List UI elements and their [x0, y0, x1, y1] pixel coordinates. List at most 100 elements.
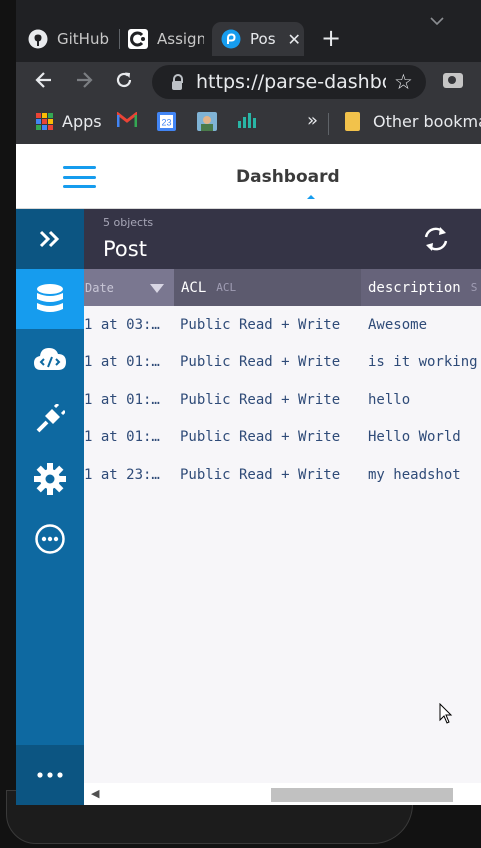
hamburger-menu-icon[interactable]: [63, 166, 96, 188]
bookmark-analytics[interactable]: [238, 112, 256, 132]
class-header: 5 objects Post: [84, 209, 481, 269]
new-tab-button[interactable]: +: [321, 26, 341, 50]
tab-github[interactable]: GitHub: [28, 22, 118, 56]
sidebar-item-more[interactable]: [16, 509, 84, 569]
folder-icon: [345, 112, 360, 131]
bookmark-label: Apps: [62, 112, 102, 131]
bookmark-gmail[interactable]: [116, 110, 138, 132]
cell-acl[interactable]: Public Read + Write: [180, 419, 360, 456]
bookmark-label: Other bookmark: [373, 112, 481, 131]
tab-label: GitHub: [57, 30, 109, 48]
tab-search-chevron-icon[interactable]: [430, 14, 444, 29]
cell-description[interactable]: my headshot: [368, 457, 481, 494]
apps-grid-icon: [36, 113, 53, 130]
photo-icon: [197, 112, 217, 135]
bookmarks-bar: Apps 23 » Other bookmark: [16, 104, 481, 144]
tab-assign[interactable]: Assign: [128, 22, 204, 56]
table-header: Date ACL ACL description S: [84, 269, 481, 306]
calendar-icon: 23: [157, 112, 176, 135]
browser-toolbar: https://parse-dashboa... ☆: [16, 62, 481, 104]
forward-arrow-icon[interactable]: [74, 70, 94, 95]
github-icon: [28, 29, 48, 49]
object-count: 5 objects: [103, 216, 154, 229]
reload-icon[interactable]: [114, 70, 134, 95]
sidebar-item-cloud-code[interactable]: [16, 329, 84, 389]
cell-acl[interactable]: Public Read + Write: [180, 382, 360, 419]
tab-label: Pos: [250, 30, 276, 48]
column-type: S: [470, 281, 478, 294]
more-circle-icon: [35, 524, 65, 554]
tab-parse-dashboard[interactable]: Pos ✕: [212, 22, 304, 56]
gear-icon: [34, 463, 66, 495]
bookmarks-overflow-chevron[interactable]: »: [307, 110, 318, 131]
column-type: ACL: [216, 281, 237, 294]
screenshot-camera-icon[interactable]: [443, 73, 463, 88]
table-row[interactable]: 1 at 01:… Public Read + Write hello: [84, 382, 481, 419]
refresh-icon[interactable]: [422, 224, 450, 254]
ellipsis-icon: [37, 772, 63, 778]
lock-icon: [172, 73, 183, 90]
column-header-acl[interactable]: ACL ACL: [174, 269, 361, 306]
cell-date[interactable]: 1 at 01:…: [84, 344, 174, 381]
cell-date[interactable]: 1 at 03:…: [84, 307, 174, 344]
table-row[interactable]: 1 at 01:… Public Read + Write Hello Worl…: [84, 419, 481, 456]
cloud-code-icon: [34, 348, 66, 370]
table-row[interactable]: 1 at 01:… Public Read + Write is it work…: [84, 344, 481, 381]
tab-divider: [119, 29, 120, 49]
cell-description[interactable]: is it working: [368, 344, 481, 381]
cell-description[interactable]: Hello World: [368, 419, 481, 456]
cell-date[interactable]: 1 at 23:…: [84, 457, 174, 494]
column-name: ACL: [181, 279, 207, 296]
bookmark-star-icon[interactable]: ☆: [394, 70, 413, 94]
double-chevron-right-icon: [39, 230, 60, 248]
tab-strip: GitHub Assign Pos ✕ +: [16, 0, 481, 62]
dashboard-topbar: Dashboard: [16, 144, 481, 209]
column-header-date[interactable]: Date: [84, 269, 174, 306]
database-icon: [37, 284, 63, 312]
cell-date[interactable]: 1 at 01:…: [84, 419, 174, 456]
sidebar-expand-button[interactable]: [16, 209, 84, 269]
table-row[interactable]: 1 at 03:… Public Read + Write Awesome: [84, 307, 481, 344]
sidebar: [16, 209, 84, 805]
column-name: Date: [85, 280, 114, 295]
caret-up-icon: [307, 195, 315, 199]
sidebar-footer-menu[interactable]: [16, 745, 84, 805]
classroom-icon: [128, 29, 148, 49]
cell-acl[interactable]: Public Read + Write: [180, 457, 360, 494]
horizontal-scrollbar[interactable]: ◀: [84, 783, 481, 805]
class-title: Post: [103, 237, 147, 261]
cell-acl[interactable]: Public Read + Write: [180, 344, 360, 381]
cell-description[interactable]: hello: [368, 382, 481, 419]
gmail-icon: [116, 110, 138, 132]
browser-window: GitHub Assign Pos ✕ + https://parse-dash…: [16, 0, 481, 805]
column-header-description[interactable]: description S: [361, 269, 481, 306]
bookmark-apps[interactable]: Apps: [36, 112, 102, 131]
plug-icon: [36, 404, 65, 433]
mouse-pointer-icon: [439, 702, 453, 729]
parse-icon: [221, 29, 241, 49]
data-browser: 5 objects Post Date ACL ACL description …: [84, 209, 481, 805]
bookmark-other[interactable]: Other bookmark: [345, 112, 481, 131]
bookmarks-divider: [328, 113, 329, 135]
cell-description[interactable]: Awesome: [368, 307, 481, 344]
address-bar[interactable]: https://parse-dashboa... ☆: [152, 65, 426, 99]
bookmark-calendar[interactable]: 23: [157, 112, 176, 135]
cell-acl[interactable]: Public Read + Write: [180, 307, 360, 344]
analytics-icon: [238, 112, 256, 132]
page-title[interactable]: Dashboard: [236, 167, 386, 187]
svg-text:23: 23: [161, 118, 171, 128]
sort-descending-icon[interactable]: [150, 284, 164, 293]
tab-label: Assign: [157, 30, 204, 48]
sidebar-item-api[interactable]: [16, 389, 84, 449]
sidebar-item-core[interactable]: [16, 269, 84, 329]
cell-date[interactable]: 1 at 01:…: [84, 382, 174, 419]
bookmark-photo[interactable]: [197, 112, 217, 135]
scroll-left-arrow-icon[interactable]: ◀: [91, 787, 99, 800]
back-arrow-icon[interactable]: [34, 70, 54, 95]
sidebar-item-settings[interactable]: [16, 449, 84, 509]
url-text: https://parse-dashboa...: [196, 71, 386, 93]
close-icon[interactable]: ✕: [288, 30, 301, 49]
table-row[interactable]: 1 at 23:… Public Read + Write my headsho…: [84, 457, 481, 494]
scrollbar-thumb[interactable]: [271, 788, 453, 802]
column-name: description: [368, 279, 461, 296]
